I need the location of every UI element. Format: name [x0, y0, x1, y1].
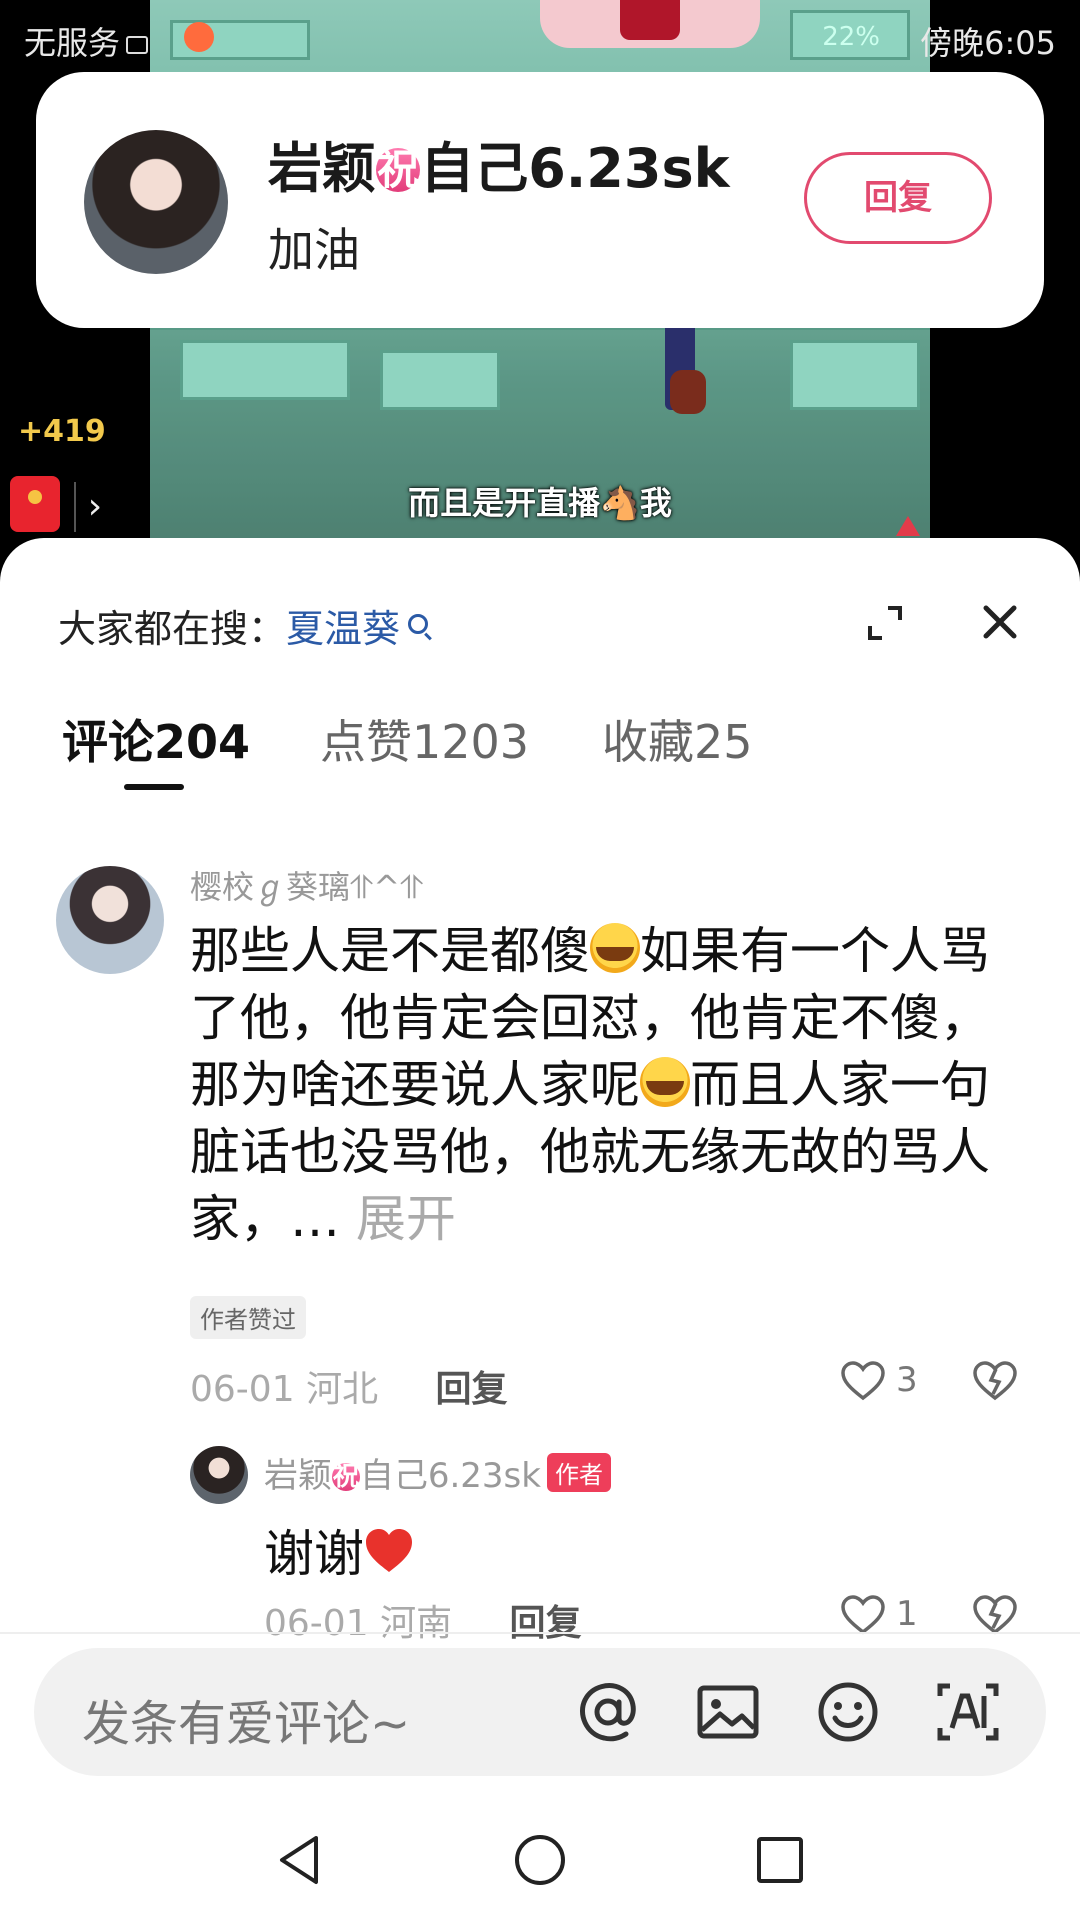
- comment-input[interactable]: 发条有爱评论~: [82, 1684, 410, 1754]
- expand-comment-link[interactable]: 展开: [356, 1190, 456, 1248]
- commenter-username[interactable]: 樱校ℊ葵璃⥣^⥣: [190, 862, 423, 908]
- reply-like-count: 1: [896, 1594, 918, 1634]
- like-heart-icon[interactable]: [840, 1594, 886, 1636]
- reply-reply-button[interactable]: 回复: [510, 1603, 582, 1644]
- red-packet-icon[interactable]: [10, 476, 60, 532]
- desk: [380, 350, 500, 410]
- image-icon[interactable]: [694, 1678, 762, 1746]
- blessing-badge-icon: 祝: [376, 144, 421, 194]
- character-shoe: [670, 370, 706, 414]
- chevron-right-icon[interactable]: ›: [74, 482, 114, 532]
- emoji-icon[interactable]: [814, 1678, 882, 1746]
- clock: 傍晚6:05: [920, 24, 1056, 62]
- comment-input-bar[interactable]: 发条有爱评论~: [34, 1648, 1046, 1776]
- recents-square-icon[interactable]: [752, 1832, 808, 1888]
- trending-search[interactable]: 大家都在搜：夏温葵: [58, 598, 429, 653]
- reply-notification-card[interactable]: 岩颖祝自己6.23sk 加油 回复: [36, 72, 1044, 328]
- author-liked-badge: 作者赞过: [190, 1296, 306, 1339]
- tab-likes[interactable]: 点赞1203: [320, 706, 529, 772]
- app-notification-icon: [184, 22, 214, 52]
- comment-like-count: 3: [896, 1360, 918, 1400]
- comment-location: 河北: [306, 1369, 379, 1410]
- expand-icon[interactable]: [866, 604, 904, 642]
- notification-message: 加油: [268, 223, 360, 277]
- system-nav-bar: [0, 1784, 1080, 1920]
- sim-icon: [126, 36, 149, 54]
- ai-assist-icon[interactable]: [934, 1678, 1002, 1746]
- reply-text[interactable]: 谢谢: [264, 1514, 414, 1586]
- tab-comments[interactable]: 评论204: [62, 706, 250, 772]
- comment-date: 06-01: [190, 1369, 295, 1410]
- active-tab-indicator: [124, 784, 184, 790]
- comment-text[interactable]: 那些人是不是都傻 如果有一个人骂了他，他肯定会回怼，他肯定不傻，那为啥还要说人家呢…: [190, 918, 1020, 1253]
- reply-location: 河南: [380, 1603, 453, 1644]
- status-bar: 无服务 22% 傍晚6:05: [0, 0, 1080, 76]
- trending-search-keyword[interactable]: 夏温葵: [286, 607, 400, 651]
- reply-author-name[interactable]: 岩颖祝自己6.23sk 作者: [264, 1448, 611, 1497]
- laughing-tears-emoji-icon: [640, 1057, 690, 1107]
- live-like-counter: +419: [18, 414, 106, 449]
- comment-reply-button[interactable]: 回复: [436, 1369, 508, 1410]
- laughing-tears-emoji-icon: [590, 923, 640, 973]
- video-subtitle: 而且是开直播🐴我: [408, 484, 672, 522]
- blessing-badge-icon: 祝: [332, 1460, 360, 1492]
- author-tag: 作者: [546, 1453, 611, 1492]
- sender-avatar[interactable]: [84, 130, 228, 274]
- tab-favorites[interactable]: 收藏25: [602, 706, 753, 772]
- reply-meta: 06-01 河南 回复: [264, 1594, 582, 1646]
- dislike-heart-icon[interactable]: [972, 1358, 1018, 1404]
- search-icon: [408, 614, 429, 634]
- desk: [180, 340, 350, 400]
- back-triangle-icon[interactable]: [272, 1832, 328, 1888]
- notification-reply-button[interactable]: 回复: [804, 152, 992, 244]
- carrier-status: 无服务: [24, 18, 149, 64]
- desk: [790, 340, 920, 410]
- close-icon[interactable]: [980, 602, 1020, 642]
- comment-meta: 06-01 河北 回复: [190, 1360, 508, 1412]
- reply-date: 06-01: [264, 1603, 369, 1644]
- home-circle-icon[interactable]: [512, 1832, 568, 1888]
- comment-tabs: 评论204 点赞1203 收藏25: [62, 706, 1022, 786]
- reply-author-avatar[interactable]: [190, 1446, 248, 1504]
- comment-sheet: 大家都在搜：夏温葵 评论204 点赞1203 收藏25 樱校ℊ葵璃⥣^⥣ 那些人…: [0, 538, 1080, 1920]
- red-heart-emoji-icon: [366, 1529, 412, 1572]
- sender-name: 岩颖祝自己6.23sk: [268, 137, 730, 200]
- input-divider: [0, 1632, 1080, 1634]
- commenter-avatar[interactable]: [56, 866, 164, 974]
- warning-icon: [896, 516, 920, 536]
- trending-search-label: 大家都在搜：: [58, 607, 287, 651]
- like-heart-icon[interactable]: [840, 1360, 886, 1402]
- battery-level: 22%: [822, 22, 880, 52]
- at-mention-icon[interactable]: [574, 1678, 642, 1746]
